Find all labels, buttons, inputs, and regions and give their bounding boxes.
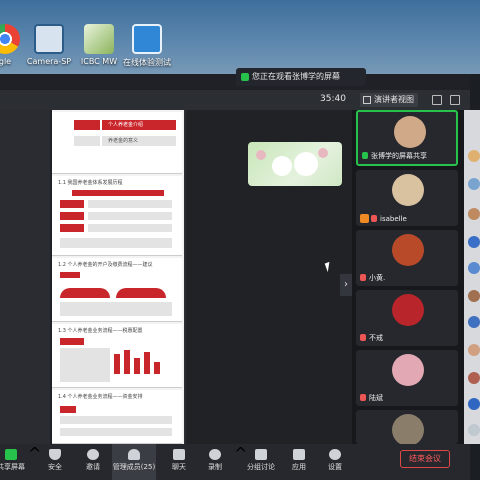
host-badge-icon (360, 214, 369, 223)
collapse-gallery-button[interactable]: › (340, 274, 352, 296)
slide-thumbnail[interactable]: 1.1 我国养老金体系发展历程 (52, 176, 182, 256)
view-mode-button[interactable]: 演讲者视图 (360, 93, 418, 107)
toolbar-label: 安全 (48, 463, 62, 471)
participant-name: 陆斌 (369, 394, 383, 402)
slide-title: 1.4 个人养老金业务流程——资金安排 (58, 394, 143, 400)
chat-button[interactable]: 聊天 (164, 444, 194, 480)
toolbar-label: 分组讨论 (247, 463, 275, 471)
avatar (392, 234, 424, 266)
mic-muted-icon (371, 215, 377, 222)
floating-video-thumbnail[interactable] (248, 142, 342, 186)
avatar (468, 344, 480, 356)
record-icon (209, 449, 221, 460)
toolbar-label: 录制 (208, 463, 222, 471)
toolbar-label: 邀请 (86, 463, 100, 471)
avatar (392, 354, 424, 386)
participant-tile[interactable]: 张博学的屏幕共享 (356, 110, 458, 166)
avatar (394, 116, 426, 148)
participant-name: 张博学的屏幕共享 (371, 152, 427, 160)
breakout-rooms-button[interactable]: 分组讨论 (244, 444, 278, 480)
toolbar-label: 聊天 (172, 463, 186, 471)
avatar (392, 174, 424, 206)
avatar (468, 424, 480, 436)
slide-thumbnail[interactable]: 1.3 个人养老金业务流程——税惠配置 (52, 324, 182, 388)
layout-icon[interactable] (450, 95, 460, 105)
icbc-app-icon (84, 24, 114, 54)
avatar (468, 372, 480, 384)
apps-icon (293, 449, 305, 460)
participant-name: 不戒 (369, 334, 383, 342)
slide-title: 1.3 个人养老金业务流程——税惠配置 (58, 328, 143, 334)
share-screen-button[interactable]: 共享屏幕 (0, 444, 26, 480)
avatar (392, 414, 424, 444)
participants-icon (128, 449, 140, 460)
chrome-icon (0, 24, 20, 54)
slide-title: 1.1 我国养老金体系发展历程 (58, 180, 123, 186)
screen-share-icon (241, 73, 249, 81)
avatar (468, 262, 480, 274)
online-test-icon (132, 24, 162, 54)
security-icon (49, 449, 61, 460)
notice-text: 您正在观看张博学的屏幕 (252, 72, 340, 81)
avatar (468, 398, 480, 410)
avatar (468, 150, 480, 162)
toolbar-label: 共享屏幕 (0, 463, 25, 471)
manage-participants-button[interactable]: 管理成员(25) (112, 444, 156, 480)
viewing-screen-notice: 您正在观看张博学的屏幕 (236, 68, 366, 86)
avatar (468, 290, 480, 302)
participant-tile[interactable]: 小黄. (356, 230, 458, 286)
mic-icon (362, 152, 368, 159)
avatar (468, 178, 480, 190)
slide-item: 养老金的意义 (108, 138, 139, 144)
participant-name: 小黄. (369, 274, 386, 282)
invite-button[interactable]: 邀请 (78, 444, 108, 480)
avatar (392, 294, 424, 326)
participant-tile[interactable]: isabelle (356, 170, 458, 226)
left-dark-panel (0, 110, 50, 444)
desktop-icon-label: ICBC MW (80, 57, 118, 66)
mic-muted-icon (360, 394, 366, 401)
chat-icon (173, 449, 185, 460)
mic-muted-icon (360, 274, 366, 281)
breakout-icon (255, 449, 267, 460)
avatar (468, 236, 480, 248)
invite-icon (87, 449, 99, 460)
slide-thumbnail[interactable]: 1.2 个人养老金的开户及缴费流程——建议 (52, 258, 182, 322)
avatar (468, 316, 480, 328)
participant-tile[interactable] (356, 410, 458, 444)
desktop-icon-online-test[interactable]: 在线体验测试 (120, 24, 174, 68)
grid-view-icon (363, 96, 371, 104)
share-screen-icon (5, 449, 17, 460)
slide-thumbnail[interactable]: 个人养老金介绍 养老金的意义 (52, 112, 182, 174)
desktop-icon-label: 在线体验测试 (123, 58, 171, 67)
toolbar-label: 管理成员(25) (112, 463, 156, 471)
desktop-background: gle Camera-SP ICBC MW 在线体验测试 (0, 0, 480, 74)
avatar (468, 208, 480, 220)
settings-button[interactable]: 设置 (320, 444, 350, 480)
mic-muted-icon (360, 334, 366, 341)
meeting-top-bar: 35:40 演讲者视图 (0, 90, 470, 110)
apps-button[interactable]: 应用 (284, 444, 314, 480)
participant-tile[interactable]: 陆斌 (356, 350, 458, 406)
shared-slide-thumbnails[interactable]: 个人养老金介绍 养老金的意义 1.1 我国养老金体系发展历程 1.2 个人养老金… (52, 110, 184, 444)
view-mode-label: 演讲者视图 (374, 95, 414, 104)
fullscreen-icon[interactable] (432, 95, 442, 105)
slide-item: 个人养老金介绍 (108, 122, 144, 128)
slide-thumbnail[interactable]: 1.4 个人养老金业务流程——资金安排 (52, 390, 182, 444)
participant-name: isabelle (380, 215, 407, 223)
participant-tile[interactable]: 不戒 (356, 290, 458, 346)
desktop-icon-icbc[interactable]: ICBC MW (72, 24, 126, 66)
settings-icon (329, 449, 341, 460)
end-meeting-button[interactable]: 结束会议 (400, 450, 450, 468)
security-button[interactable]: 安全 (40, 444, 70, 480)
desktop-icon-label: Camera-SP (26, 57, 72, 66)
toolbar-label: 应用 (292, 463, 306, 471)
toolbar-label: 设置 (328, 463, 342, 471)
record-button[interactable]: 录制 (200, 444, 230, 480)
desktop-icon-camera[interactable]: Camera-SP (22, 24, 76, 66)
meeting-timer: 35:40 (320, 94, 346, 104)
camera-app-icon (34, 24, 64, 54)
slide-title: 1.2 个人养老金的开户及缴费流程——建议 (58, 262, 153, 268)
